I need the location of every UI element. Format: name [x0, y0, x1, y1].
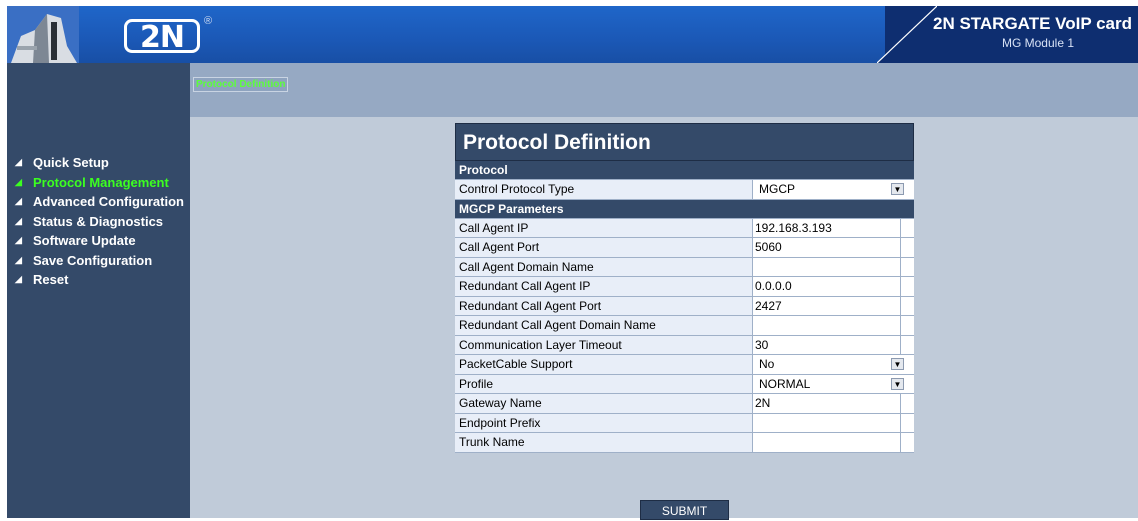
form-row: Trunk Name — [455, 433, 914, 453]
sidebar-item-status-diagnostics[interactable]: ◢ Status & Diagnostics — [7, 212, 190, 232]
main-content: Protocol Definition Protocol Control Pro… — [190, 117, 1138, 520]
form-row: Redundant Call Agent IP 0.0.0.0 — [455, 277, 914, 297]
field-label: Endpoint Prefix — [455, 413, 753, 432]
chevron-down-icon[interactable]: ▼ — [891, 377, 904, 390]
trunk-name-input[interactable] — [753, 433, 914, 452]
redundant-call-agent-port-input[interactable]: 2427 — [753, 296, 914, 316]
input-value: 0.0.0.0 — [755, 277, 901, 296]
field-label: Profile — [455, 374, 753, 393]
breadcrumb-bar: Protocol Definition — [190, 63, 1138, 117]
product-subtitle: MG Module 1 — [1001, 36, 1074, 50]
header-divider — [877, 6, 937, 63]
form-row: Redundant Call Agent Domain Name — [455, 316, 914, 336]
redundant-call-agent-domain-name-input[interactable] — [753, 316, 914, 335]
form-row: Redundant Call Agent Port 2427 — [455, 296, 914, 316]
product-title: 2N STARGATE VoIP card — [932, 14, 1132, 33]
section-header-mgcp-parameters: MGCP Parameters — [455, 199, 914, 219]
form-row: Gateway Name 2N — [455, 394, 914, 414]
sidebar-item-label: Software Update — [33, 233, 136, 248]
select-value: MGCP — [759, 182, 795, 196]
form-row: Call Agent Port 5060 — [455, 238, 914, 258]
field-label: Communication Layer Timeout — [455, 335, 753, 354]
arrow-bullet-icon: ◢ — [15, 235, 22, 245]
sidebar-item-label: Protocol Management — [33, 174, 169, 190]
form-row: Communication Layer Timeout 30 — [455, 335, 914, 355]
arrow-bullet-icon: ◢ — [15, 196, 22, 206]
registered-mark: ® — [204, 15, 213, 27]
protocol-definition-panel: Protocol Definition Protocol Control Pro… — [455, 123, 914, 453]
chevron-down-icon[interactable]: ▼ — [891, 358, 904, 370]
input-value — [755, 433, 901, 452]
field-label: Gateway Name — [455, 394, 753, 413]
input-value — [755, 316, 901, 335]
call-agent-port-input[interactable]: 5060 — [753, 238, 914, 257]
arrow-bullet-icon: ◢ — [15, 254, 22, 265]
field-label: PacketCable Support — [455, 355, 753, 374]
form-row: Call Agent Domain Name — [455, 257, 914, 277]
sidebar-item-label: Quick Setup — [33, 155, 109, 170]
packetcable-support-select[interactable]: No ▼ — [753, 355, 914, 374]
sidebar-item-advanced-configuration[interactable]: ◢ Advanced Configuration — [7, 192, 190, 212]
arrow-bullet-icon: ◢ — [15, 176, 22, 187]
sidebar: ◢ Quick Setup ◢ Protocol Management ◢ Advan… — [7, 63, 190, 518]
section-header-protocol: Protocol — [455, 161, 914, 180]
field-label: Trunk Name — [455, 433, 753, 452]
sidebar-nav: ◢ Quick Setup ◢ Protocol Management ◢ Advan… — [7, 153, 190, 290]
select-value: NORMAL — [759, 376, 811, 391]
arrow-bullet-icon: ◢ — [15, 157, 22, 167]
form-row: Control Protocol Type MGCP ▼ — [455, 180, 914, 200]
header-banner: 2N ® 2N STARGATE VoIP card MG Module 1 — [7, 6, 1138, 63]
form-row: Endpoint Prefix — [455, 413, 914, 433]
field-label: Redundant Call Agent Domain Name — [455, 316, 753, 335]
logo-text: 2N — [140, 20, 185, 55]
communication-layer-timeout-input[interactable]: 30 — [753, 335, 914, 355]
arrow-bullet-icon: ◢ — [15, 215, 22, 226]
sidebar-item-software-update[interactable]: ◢ Software Update — [7, 231, 190, 251]
sidebar-item-label: Status & Diagnostics — [33, 213, 164, 229]
form-row: Profile NORMAL ▼ — [455, 374, 914, 394]
call-agent-ip-input[interactable]: 192.168.3.193 — [753, 218, 914, 238]
submit-button[interactable]: SUBMIT — [640, 500, 729, 520]
redundant-call-agent-ip-input[interactable]: 0.0.0.0 — [753, 277, 914, 296]
chevron-down-icon[interactable]: ▼ — [891, 183, 904, 195]
select-value: No — [759, 357, 775, 371]
sidebar-item-label: Advanced Configuration — [33, 194, 184, 209]
form-row: Call Agent IP 192.168.3.193 — [455, 218, 914, 238]
input-value: 2427 — [755, 296, 901, 316]
input-value: 5060 — [755, 238, 901, 257]
profile-select[interactable]: NORMAL ▼ — [753, 374, 914, 393]
sidebar-item-quick-setup[interactable]: ◢ Quick Setup — [7, 153, 190, 173]
form-row: PacketCable Support No ▼ — [455, 355, 914, 375]
sidebar-item-label: Reset — [33, 272, 69, 287]
gateway-name-input[interactable]: 2N — [753, 394, 914, 413]
field-label: Control Protocol Type — [455, 180, 753, 199]
field-label: Redundant Call Agent Port — [455, 296, 753, 315]
control-protocol-type-select[interactable]: MGCP ▼ — [753, 180, 914, 199]
sidebar-item-save-configuration[interactable]: ◢ Save Configuration — [7, 251, 190, 271]
sidebar-item-label: Save Configuration — [33, 252, 153, 268]
field-label: Redundant Call Agent IP — [455, 277, 753, 296]
device-image — [7, 6, 79, 63]
field-label: Call Agent Port — [455, 238, 753, 257]
input-value: 30 — [755, 335, 901, 355]
input-value — [755, 257, 901, 277]
sidebar-item-protocol-management[interactable]: ◢ Protocol Management — [7, 173, 190, 193]
arrow-bullet-icon: ◢ — [15, 274, 22, 284]
logo: 2N — [124, 19, 200, 55]
input-value — [755, 413, 901, 433]
field-label: Call Agent IP — [455, 218, 753, 237]
field-label: Call Agent Domain Name — [455, 257, 753, 276]
breadcrumb[interactable]: Protocol Definition — [193, 77, 289, 92]
input-value: 192.168.3.193 — [755, 218, 901, 238]
panel-title: Protocol Definition — [455, 123, 914, 161]
sidebar-item-reset[interactable]: ◢ Reset — [7, 270, 190, 290]
input-value: 2N — [755, 394, 901, 413]
call-agent-domain-name-input[interactable] — [753, 257, 914, 277]
endpoint-prefix-input[interactable] — [753, 413, 914, 433]
